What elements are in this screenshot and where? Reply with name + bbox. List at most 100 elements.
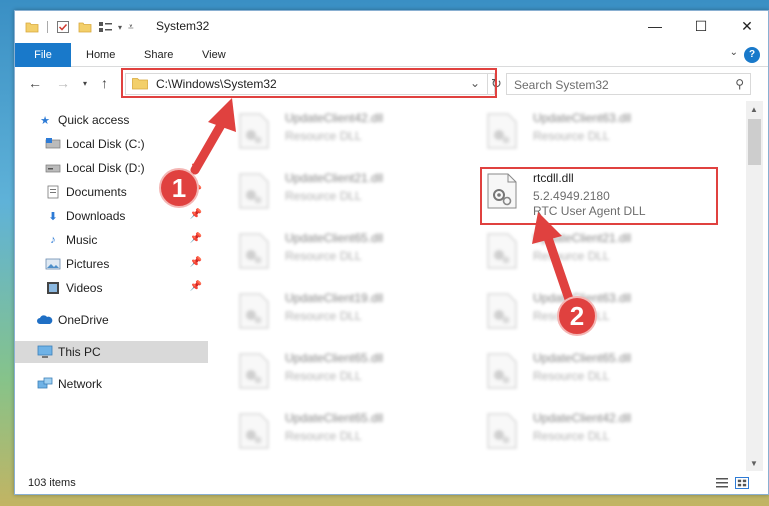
star-icon: ★ [40,114,50,127]
pictures-icon [45,258,61,270]
file-name: UpdateClient63.dll [533,111,632,125]
view-options-icon[interactable] [98,20,114,34]
file-tile[interactable]: UpdateClient65.dll Resource DLL [229,407,469,457]
sidebar-item-label: Music [66,233,98,247]
drive-icon [45,138,61,149]
sidebar-item-local-disk-c[interactable]: Local Disk (C:) [45,133,208,155]
sidebar-item-label: Quick access [58,113,130,127]
tab-file[interactable]: File [15,43,71,67]
pin-icon[interactable]: 📌 [190,281,202,292]
ribbon-tabs: File Home Share View ⌄ ? [15,43,768,67]
file-name: UpdateClient21.dll [533,231,632,245]
file-type: Resource DLL [285,189,362,203]
navigation-pane: ★ Quick access Local Disk (C:) Local Dis… [15,109,210,459]
pin-icon[interactable]: 📌 [190,233,202,244]
tiles-view-icon[interactable] [735,477,749,489]
file-tile[interactable]: UpdateClient65.dll Resource DLL [229,227,469,277]
dll-file-icon [487,413,517,449]
help-button[interactable]: ? [744,47,760,63]
network-icon [37,377,53,389]
address-path[interactable]: C:\Windows\System32 [156,77,277,91]
details-view-icon[interactable] [715,477,729,489]
music-icon: ♪ [50,234,56,246]
up-arrow-icon[interactable]: ↑ [101,75,108,91]
minimize-button[interactable]: — [632,11,678,41]
sidebar-item-pictures[interactable]: Pictures 📌 [45,253,208,275]
file-tile[interactable]: UpdateClient63.dll Resource DLL [477,107,717,157]
forward-arrow-icon[interactable]: → [56,75,70,91]
sidebar-item-music[interactable]: ♪ Music 📌 [45,229,208,251]
drive-icon [45,164,61,173]
file-name: UpdateClient19.dll [285,291,384,305]
dll-file-icon [239,413,269,449]
search-input[interactable] [514,77,724,92]
pin-icon[interactable]: 📌 [190,161,202,172]
back-arrow-icon[interactable]: ← [28,75,42,91]
sidebar-item-label: Network [58,377,103,391]
folder-icon[interactable] [25,20,39,34]
sidebar-item-videos[interactable]: Videos 📌 [45,277,208,299]
sidebar-item-this-pc[interactable]: This PC [15,341,208,363]
item-count: 103 items [28,477,76,489]
sidebar-item-label: Pictures [66,257,110,271]
new-folder-icon[interactable] [78,20,92,34]
file-type: Resource DLL [285,249,362,263]
dll-file-icon [487,113,517,149]
maximize-button[interactable]: ☐ [678,11,724,41]
file-list: UpdateClient42.dll Resource DLL UpdateCl… [221,105,746,463]
dll-file-icon [487,353,517,389]
dll-file-icon [239,113,269,149]
chevron-down-icon[interactable]: ▾ [118,23,122,32]
file-name: UpdateClient65.dll [285,411,384,425]
file-tile[interactable]: UpdateClient42.dll Resource DLL [229,107,469,157]
search-box[interactable]: ⚲ [506,73,751,95]
file-tile[interactable]: UpdateClient42.dll Resource DLL [477,407,717,457]
tab-home[interactable]: Home [86,43,115,67]
scroll-down-icon[interactable]: ▼ [750,459,758,468]
sidebar-item-label: OneDrive [58,313,109,327]
pin-icon[interactable]: 📌 [190,257,202,268]
dll-file-icon [487,293,517,329]
address-bar[interactable]: C:\Windows\System32 ⌄ ↻ [125,73,502,95]
tab-view[interactable]: View [202,43,226,67]
navigation-bar: ← → ▾ ↑ C:\Windows\System32 ⌄ ↻ ⚲ [15,67,768,101]
file-name: UpdateClient65.dll [285,351,384,365]
file-name: UpdateClient21.dll [285,171,384,185]
file-tile[interactable]: UpdateClient21.dll Resource DLL [229,167,469,217]
step-badge-2: 2 [557,296,597,336]
file-version: 5.2.4949.2180 [533,189,610,203]
sidebar-item-onedrive[interactable]: OneDrive [37,309,208,331]
dll-file-icon [487,173,517,209]
file-type: Resource DLL [285,429,362,443]
sidebar-item-label: Downloads [66,209,126,223]
file-tile-rtcdll[interactable]: rtcdll.dll 5.2.4949.2180 RTC User Agent … [477,167,717,218]
pin-icon[interactable]: 📌 [190,209,202,220]
recent-locations-icon[interactable]: ▾ [83,79,87,88]
sidebar-item-network[interactable]: Network [37,373,208,395]
file-tile[interactable]: UpdateClient65.dll Resource DLL [229,347,469,397]
scrollbar-thumb[interactable] [748,119,761,165]
file-tile[interactable]: UpdateClient19.dll Resource DLL [229,287,469,337]
file-type: Resource DLL [533,249,610,263]
scroll-up-icon[interactable]: ▲ [750,105,758,114]
customize-toolbar-icon[interactable]: ⩡ [128,22,134,33]
cloud-icon [37,315,53,324]
file-type: Resource DLL [285,369,362,383]
file-tile[interactable]: UpdateClient65.dll Resource DLL [477,347,717,397]
chevron-down-icon[interactable]: ⌄ [470,76,480,90]
search-icon[interactable]: ⚲ [735,77,744,91]
collapse-ribbon-icon[interactable]: ⌄ [730,47,738,58]
file-name: UpdateClient42.dll [285,111,384,125]
folder-icon [132,78,148,90]
close-button[interactable]: ✕ [724,11,768,41]
sidebar-item-label: Videos [66,281,103,295]
file-tile[interactable]: UpdateClient63.dll Resource DLL [477,287,717,337]
sidebar-item-downloads[interactable]: ⬇ Downloads 📌 [45,205,208,227]
tab-share[interactable]: Share [144,43,173,67]
refresh-icon[interactable]: ↻ [487,74,505,94]
status-bar: 103 items [15,473,768,494]
sidebar-item-quick-access[interactable]: ★ Quick access [37,109,230,131]
download-icon: ⬇ [48,210,58,223]
properties-icon[interactable] [56,20,70,34]
file-tile[interactable]: UpdateClient21.dll Resource DLL [477,227,717,277]
